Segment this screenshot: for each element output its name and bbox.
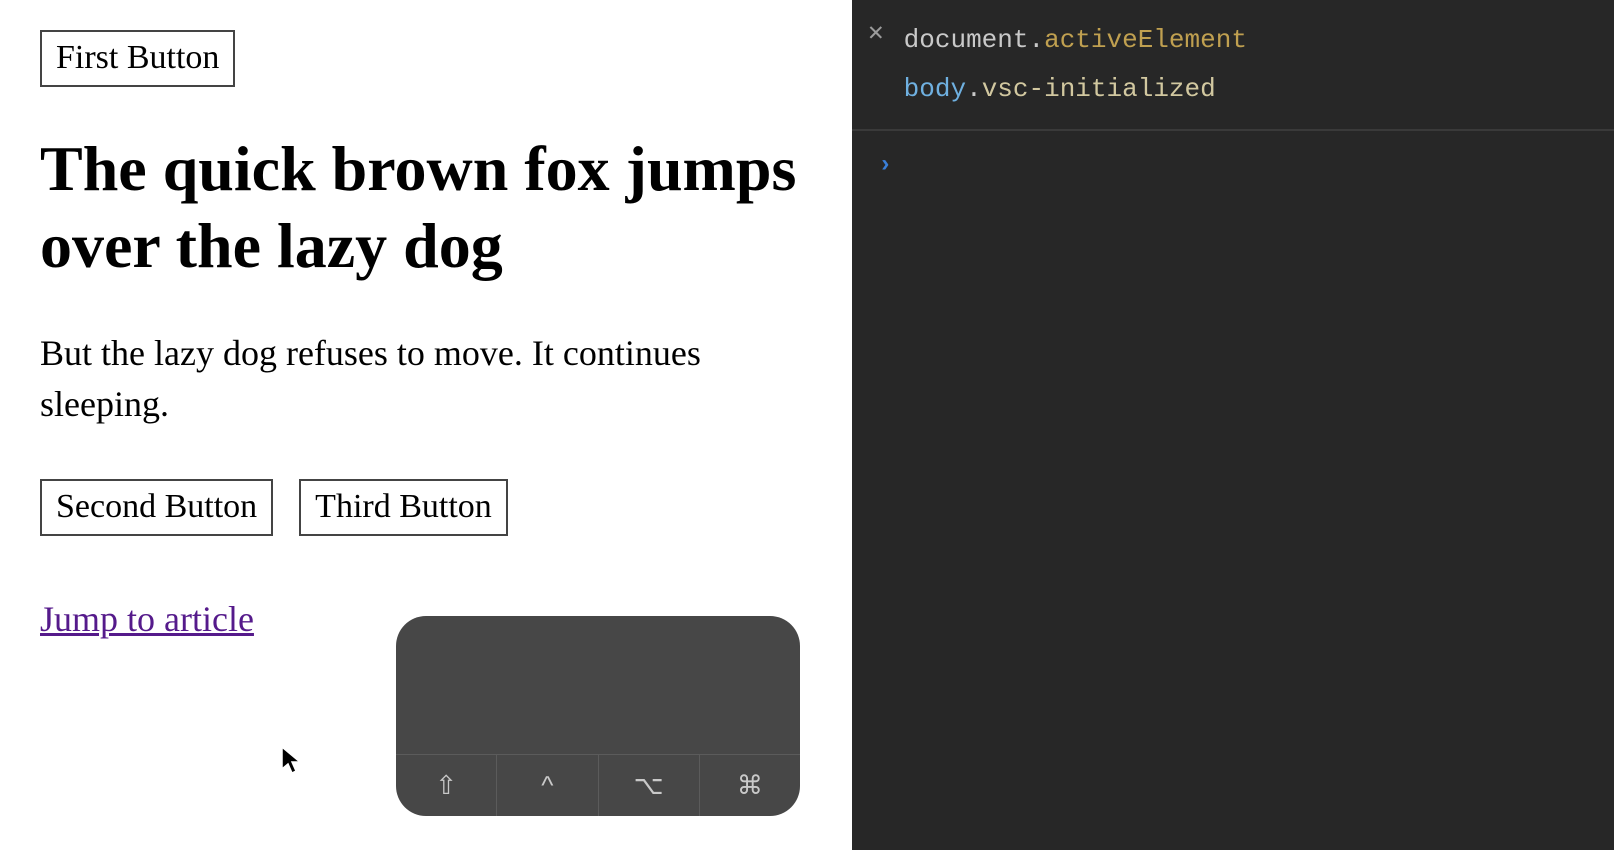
page-paragraph: But the lazy dog refuses to move. It con… — [40, 328, 740, 429]
page-heading: The quick brown fox jumps over the lazy … — [40, 131, 800, 285]
overlay-top-area — [396, 616, 800, 754]
first-button[interactable]: First Button — [40, 30, 235, 87]
token-tag: body — [904, 74, 966, 104]
control-key[interactable]: ^ — [497, 755, 598, 816]
shift-key[interactable]: ⇧ — [396, 755, 497, 816]
command-key[interactable]: ⌘ — [700, 755, 800, 816]
third-button[interactable]: Third Button — [299, 479, 508, 536]
option-key[interactable]: ⌥ — [599, 755, 700, 816]
console-prompt-row[interactable]: › — [852, 129, 1614, 179]
browser-page: First Button The quick brown fox jumps o… — [0, 0, 852, 850]
modifier-key-overlay: ⇧ ^ ⌥ ⌘ — [396, 616, 800, 816]
token-dot: . — [1028, 25, 1044, 55]
modifier-keys-row: ⇧ ^ ⌥ ⌘ — [396, 754, 800, 816]
close-icon[interactable]: ✕ — [868, 16, 884, 49]
jump-to-article-link[interactable]: Jump to article — [40, 598, 254, 640]
token-property: activeElement — [1044, 25, 1247, 55]
token-class: vsc-initialized — [982, 74, 1216, 104]
token-dot: . — [966, 74, 982, 104]
token-object: document — [904, 25, 1029, 55]
console-expression: document.activeElement — [904, 16, 1247, 65]
console-result: body.vsc-initialized — [904, 65, 1247, 114]
devtools-console: ✕ document.activeElement body.vsc-initia… — [852, 0, 1614, 850]
console-code: document.activeElement body.vsc-initiali… — [904, 16, 1247, 115]
mouse-cursor-icon — [280, 745, 302, 775]
second-button[interactable]: Second Button — [40, 479, 273, 536]
console-entry: ✕ document.activeElement body.vsc-initia… — [852, 0, 1614, 115]
chevron-right-icon: › — [878, 152, 892, 179]
button-row: Second Button Third Button — [40, 479, 812, 536]
